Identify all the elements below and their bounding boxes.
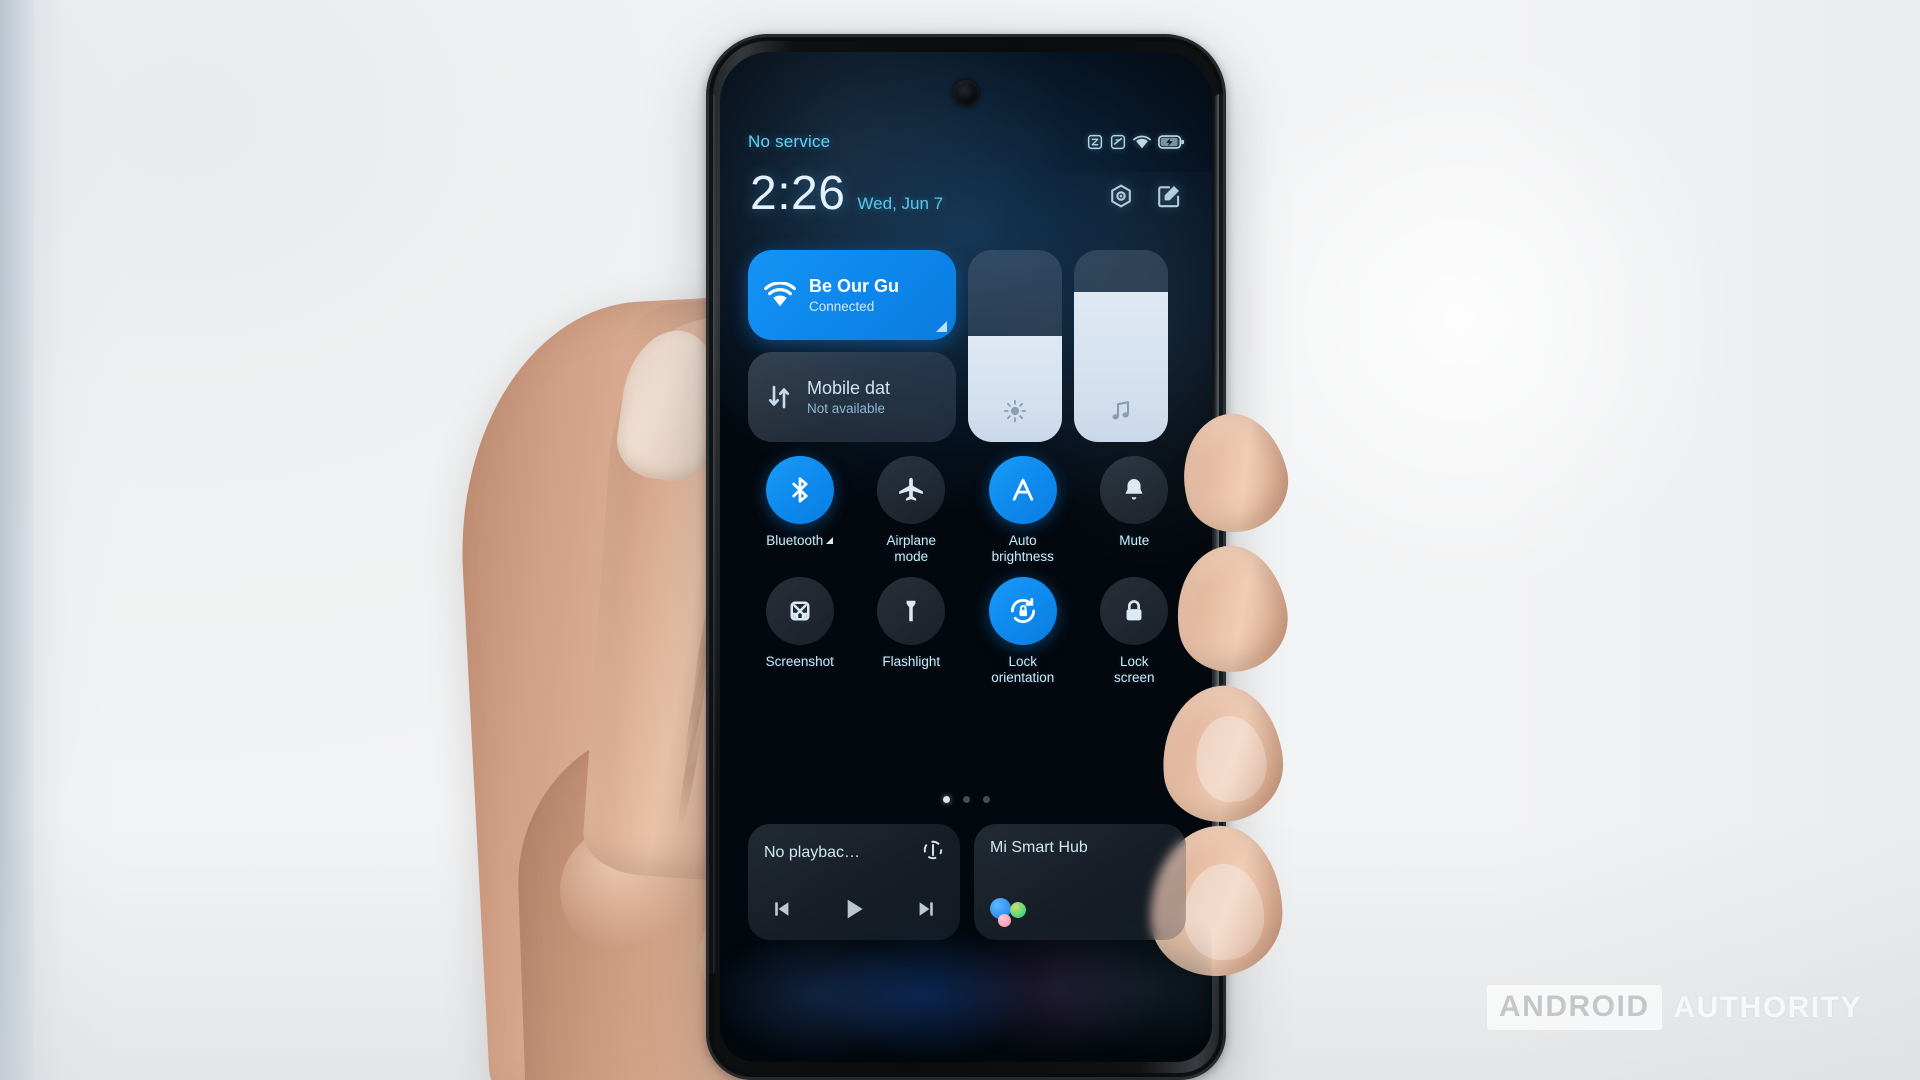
watermark-box: ANDROID xyxy=(1487,985,1662,1030)
assistant-dot-pink xyxy=(998,914,1011,927)
toggle-lock-screen-label: Lock screen xyxy=(1113,653,1155,685)
toggle-mute-label: Mute xyxy=(1119,533,1150,548)
toggle-screenshot-label: Screenshot xyxy=(765,653,834,669)
bell-icon xyxy=(1125,479,1143,500)
phone-device: No service 2:26 Wed, Jun 7 Be Our Gu Con… xyxy=(706,34,1226,1080)
watermark: ANDROID AUTHORITY xyxy=(1487,985,1862,1030)
status-icons xyxy=(1087,134,1184,150)
volume-slider[interactable] xyxy=(1074,250,1168,442)
page-indicator xyxy=(720,796,1212,803)
toggle-lock-orientation-circle[interactable] xyxy=(988,576,1057,645)
toggle-lock-orientation[interactable]: Lock orientation xyxy=(967,576,1079,686)
smart-hub-card[interactable]: Mi Smart Hub xyxy=(974,824,1186,940)
music-note-icon xyxy=(1109,399,1133,428)
mobile-data-tile[interactable]: Mobile dat Not available xyxy=(748,352,956,442)
expand-corner-icon xyxy=(826,537,834,545)
toggle-mute[interactable]: Mute xyxy=(1079,456,1191,565)
toggle-auto-brightness-label: Auto brightness xyxy=(991,533,1054,564)
padlock-icon xyxy=(1126,600,1142,621)
mobile-data-tile-texts: Mobile dat Not available xyxy=(807,378,890,416)
toggle-airplane-mode[interactable]: Airplane mode xyxy=(856,456,968,565)
smart-hub-header: Mi Smart Hub xyxy=(990,839,1170,857)
bluetooth-icon xyxy=(792,477,808,503)
page-dot[interactable] xyxy=(942,796,950,803)
toggle-bluetooth-text: Bluetooth xyxy=(766,533,824,548)
watermark-brand: ANDROID xyxy=(1499,990,1650,1023)
toggle-bluetooth[interactable]: Bluetooth xyxy=(744,456,856,565)
toggle-lock-screen[interactable]: Lock screen xyxy=(1079,576,1191,686)
phone-screen: No service 2:26 Wed, Jun 7 Be Our Gu Con… xyxy=(720,52,1212,1062)
media-player-header: No playbac… xyxy=(764,839,944,866)
bottom-cards: No playbac… Mi Smart Hub xyxy=(748,824,1186,940)
clock-date: Wed, Jun 7 xyxy=(857,194,944,213)
alarm-icon xyxy=(1087,134,1103,150)
media-player-card[interactable]: No playbac… xyxy=(748,824,960,940)
media-controls xyxy=(764,895,944,928)
watermark-label: AUTHORITY xyxy=(1673,990,1862,1024)
status-bar: No service xyxy=(720,132,1212,152)
wifi-tile-title: Be Our Gu xyxy=(809,276,900,296)
screenshot-icon xyxy=(790,601,810,621)
brightness-icon xyxy=(1003,399,1027,428)
assistant-dot-green xyxy=(1010,902,1026,918)
media-player-title: No playbac… xyxy=(764,843,861,861)
clock-time: 2:26 xyxy=(750,167,846,220)
toggle-airplane-mode-label: Airplane mode xyxy=(886,533,937,564)
toggle-lock-orientation-label: Lock orientation xyxy=(991,653,1055,685)
cast-icon[interactable] xyxy=(922,839,944,866)
page-dot[interactable] xyxy=(982,796,990,803)
big-tiles-column: Be Our Gu Connected Mobile dat Not avail xyxy=(748,250,956,442)
smart-hub-title: Mi Smart Hub xyxy=(990,839,1088,856)
toggle-screenshot-circle[interactable] xyxy=(765,576,834,645)
toggle-auto-brightness-circle[interactable] xyxy=(988,456,1057,524)
wifi-icon xyxy=(764,282,796,307)
wifi-tile-texts: Be Our Gu Connected xyxy=(809,276,899,314)
expand-corner-icon[interactable] xyxy=(936,321,947,332)
play-icon[interactable] xyxy=(840,895,868,928)
wifi-tile[interactable]: Be Our Gu Connected xyxy=(748,250,956,340)
auto-brightness-icon xyxy=(1012,478,1033,501)
toggle-mute-circle[interactable] xyxy=(1100,456,1169,524)
front-camera xyxy=(953,80,979,106)
toggle-lock-screen-circle[interactable] xyxy=(1100,576,1169,645)
toggle-flashlight-label: Flashlight xyxy=(882,653,941,669)
mobile-data-icon xyxy=(768,385,790,409)
vibrate-icon xyxy=(1110,134,1126,150)
brightness-slider[interactable] xyxy=(968,250,1062,442)
toggle-bluetooth-circle[interactable] xyxy=(765,456,834,524)
photo-scene: No service 2:26 Wed, Jun 7 Be Our Gu Con… xyxy=(0,0,1920,1080)
settings-gear-icon[interactable] xyxy=(1108,183,1134,214)
battery-charging-icon xyxy=(1158,135,1184,149)
skip-previous-icon[interactable] xyxy=(770,897,794,926)
airplane-icon xyxy=(899,477,924,501)
wifi-tile-subtitle: Connected xyxy=(809,299,875,314)
clock-block: 2:26 Wed, Jun 7 xyxy=(750,170,943,218)
quick-settings-top-row: Be Our Gu Connected Mobile dat Not avail xyxy=(748,250,1186,442)
mobile-data-tile-title: Mobile dat xyxy=(807,378,891,398)
edit-icon[interactable] xyxy=(1156,183,1182,214)
rotation-lock-icon xyxy=(1010,597,1035,623)
phone-edge-highlight-left xyxy=(706,94,716,974)
wifi-icon xyxy=(1133,135,1151,148)
toggle-bluetooth-label: Bluetooth xyxy=(766,533,834,549)
toggle-screenshot[interactable]: Screenshot xyxy=(744,576,856,686)
toggle-flashlight[interactable]: Flashlight xyxy=(856,576,968,686)
header-actions xyxy=(1108,183,1182,218)
toggle-auto-brightness[interactable]: Auto brightness xyxy=(967,456,1079,565)
toggle-airplane-mode-circle[interactable] xyxy=(877,456,946,524)
quick-settings-header: 2:26 Wed, Jun 7 xyxy=(720,170,1212,218)
flashlight-icon xyxy=(906,600,916,622)
carrier-label: No service xyxy=(748,132,831,151)
sliders-group xyxy=(968,250,1168,442)
quick-settings-toggles: Bluetooth Airplane mode Auto brightness … xyxy=(744,456,1190,686)
toggle-flashlight-circle[interactable] xyxy=(877,576,946,645)
skip-next-icon[interactable] xyxy=(914,897,938,926)
mobile-data-tile-subtitle: Not available xyxy=(807,401,886,416)
smart-hub-assistant-icon xyxy=(990,894,1036,928)
page-dot[interactable] xyxy=(962,796,970,803)
